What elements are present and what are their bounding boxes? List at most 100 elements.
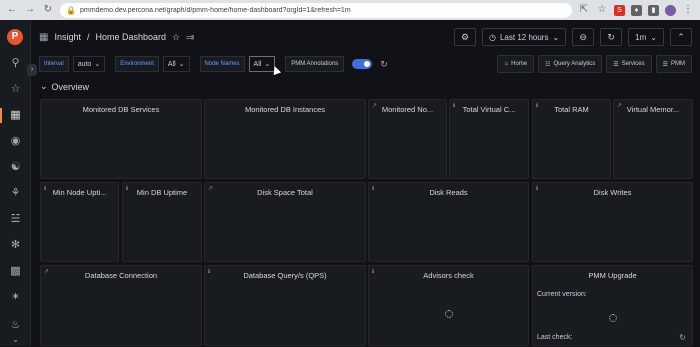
panel-monitored-nodes[interactable]: ↗ Monitored No... [368, 99, 447, 179]
active-indicator [0, 108, 2, 123]
panel-advisors-check[interactable]: ℹ Advisors check [368, 265, 529, 346]
chevron-down-icon: ⌄ [264, 61, 271, 68]
check-updates-refresh-icon[interactable]: ↻ [679, 333, 686, 342]
dashboard-title[interactable]: Home Dashboard [96, 32, 167, 42]
dashboards-icon[interactable]: ▦ [8, 108, 23, 123]
bookmark-star-icon[interactable]: ☆ [596, 4, 608, 16]
environment-value: All [167, 60, 176, 68]
url-text: pmmdemo.dev.percona.net/graph/d/pmm-home… [79, 6, 351, 14]
clock-icon: ◷ [489, 32, 496, 42]
panel-title: Virtual Memor... [626, 105, 680, 114]
panel-database-queries[interactable]: ℹ Database Query/s (QPS) [204, 265, 366, 346]
panel-title: Monitored DB Instances [244, 105, 326, 114]
back-icon[interactable]: ← [6, 4, 18, 16]
panel-title: Disk Reads [429, 188, 468, 197]
search-icon[interactable]: ⚲ [8, 56, 23, 71]
alerting-bell-icon[interactable]: ♨ [8, 318, 23, 333]
environment-select[interactable]: All ⌄ [162, 56, 190, 72]
puzzle-icon[interactable]: ♦ [631, 4, 642, 16]
pmm-link-button[interactable]: ☰ PMM [655, 55, 692, 73]
proxysql-icon[interactable]: ✻ [8, 238, 23, 253]
variables-refresh-icon[interactable]: ↻ [380, 59, 388, 70]
interval-label: Interval [39, 56, 69, 72]
panel-min-node-uptime[interactable]: ℹ Min Node Upti... [40, 182, 119, 262]
refresh-icon[interactable]: ↻ [600, 28, 623, 46]
refresh-interval-picker[interactable]: 1m ⌄ [628, 28, 664, 46]
menu-kebab-icon[interactable]: ⋮ [682, 4, 694, 16]
panel-title: Monitored No... [381, 105, 434, 114]
services-link-button[interactable]: ☰ Services [606, 55, 652, 73]
pmm-logo[interactable]: P [7, 29, 23, 45]
row-title: Overview [51, 81, 90, 92]
query-analytics-link-button[interactable]: ☷ Query Analytics [538, 55, 603, 73]
panel-title: Disk Space Total [257, 188, 313, 197]
browser-toolbar: ← → ↻ 🔒 pmmdemo.dev.percona.net/graph/d/… [0, 0, 700, 20]
bar-chart-icon[interactable]: ▩ [8, 264, 23, 279]
panel-total-ram[interactable]: ℹ Total RAM [532, 99, 611, 179]
interval-select[interactable]: auto ⌄ [72, 56, 106, 72]
query-analytics-link-label: Query Analytics [553, 61, 596, 67]
compass-icon[interactable]: ✶ [8, 290, 23, 305]
row-header-overview[interactable]: ⌄ Overview [40, 81, 89, 92]
panel-title: Database Connection [84, 271, 158, 280]
breadcrumb-separator: / [86, 32, 90, 42]
panel-title: PMM Upgrade [588, 271, 637, 280]
environment-label: Environment [115, 56, 159, 72]
time-picker-button[interactable]: ◷ Last 12 hours ⌄ [482, 28, 567, 46]
panel-title: Monitored DB Services [82, 105, 160, 114]
chevron-down-icon: ⌄ [552, 32, 560, 42]
pmm-link-label: PMM [671, 61, 685, 67]
last-check-label: Last check: [537, 334, 573, 341]
panel-disk-reads[interactable]: ℹ Disk Reads [368, 182, 529, 262]
panel-total-virtual-cpus[interactable]: ℹ Total Virtual C... [449, 99, 529, 179]
node-names-value: All [253, 60, 262, 68]
mongodb-icon[interactable]: ☱ [8, 212, 23, 227]
panel-monitored-db-services[interactable]: Monitored DB Services [40, 99, 202, 179]
dashboard-topbar: ▦ Insight / Home Dashboard ☆ ⫥ ⚙ ◷ Last … [31, 20, 700, 54]
panel-title: Total Virtual C... [462, 105, 516, 114]
loading-spinner-icon [445, 310, 453, 318]
annotations-toggle[interactable] [352, 59, 373, 69]
current-version-label: Current version: [537, 291, 587, 298]
explore-icon[interactable]: ◉ [8, 134, 23, 149]
sidepanel-icon[interactable]: ▮ [648, 4, 659, 16]
panel-min-db-uptime[interactable]: ℹ Min DB Uptime [122, 182, 202, 262]
panel-pmm-upgrade[interactable]: PMM Upgrade Current version: Last check:… [532, 265, 693, 346]
panel-monitored-db-instances[interactable]: Monitored DB Instances [204, 99, 366, 179]
address-bar[interactable]: 🔒 pmmdemo.dev.percona.net/graph/d/pmm-ho… [60, 2, 572, 18]
sidebar: P › ⚲ ☆ ▦ ◉ ☯ ⚘ ☱ ✻ ▩ ✶ ♨ ⌄ [0, 20, 37, 347]
interval-value: auto [77, 60, 92, 68]
panel-title: Disk Writes [593, 188, 632, 197]
home-icon: ⌂ [504, 61, 509, 67]
reload-icon[interactable]: ↻ [42, 4, 54, 16]
profile-avatar[interactable] [665, 4, 676, 16]
home-link-label: Home [511, 61, 528, 67]
chevron-down-icon: ⌄ [650, 32, 657, 42]
services-link-label: Services [621, 61, 645, 67]
mysql-icon[interactable]: ☯ [8, 160, 23, 175]
collapse-icon[interactable]: ⌃ [670, 28, 692, 46]
forward-icon[interactable]: → [24, 4, 36, 16]
refresh-interval-label: 1m [635, 32, 647, 42]
pmm-menu-icon: ☰ [662, 61, 668, 68]
home-link-button[interactable]: ⌂ Home [497, 55, 535, 73]
panel-title: Database Query/s (QPS) [243, 271, 327, 280]
panel-virtual-memory[interactable]: ↗ Virtual Memor... [613, 99, 693, 179]
extension-icon[interactable]: S [614, 4, 625, 16]
query-analytics-icon: ☷ [545, 61, 551, 68]
chevron-down-icon[interactable]: ⌄ [8, 332, 23, 347]
starred-icon[interactable]: ☆ [8, 82, 23, 97]
services-icon: ☰ [613, 61, 619, 68]
panel-disk-writes[interactable]: ℹ Disk Writes [532, 182, 693, 262]
panel-database-connection[interactable]: ↗ Database Connection [40, 265, 202, 346]
postgresql-icon[interactable]: ⚘ [8, 186, 23, 201]
zoom-out-icon[interactable]: ⊖ [572, 28, 595, 46]
breadcrumb-folder[interactable]: Insight [54, 32, 81, 42]
share-icon[interactable]: ⇱ [578, 4, 590, 16]
node-names-label: Node Names [199, 56, 245, 72]
share-dashboard-icon[interactable]: ⫥ [186, 32, 194, 43]
panel-title: Advisors check [423, 271, 474, 280]
settings-gear-icon[interactable]: ⚙ [454, 28, 476, 46]
favorite-star-icon[interactable]: ☆ [172, 32, 180, 43]
panel-disk-space-total[interactable]: ↗ Disk Space Total [204, 182, 366, 262]
